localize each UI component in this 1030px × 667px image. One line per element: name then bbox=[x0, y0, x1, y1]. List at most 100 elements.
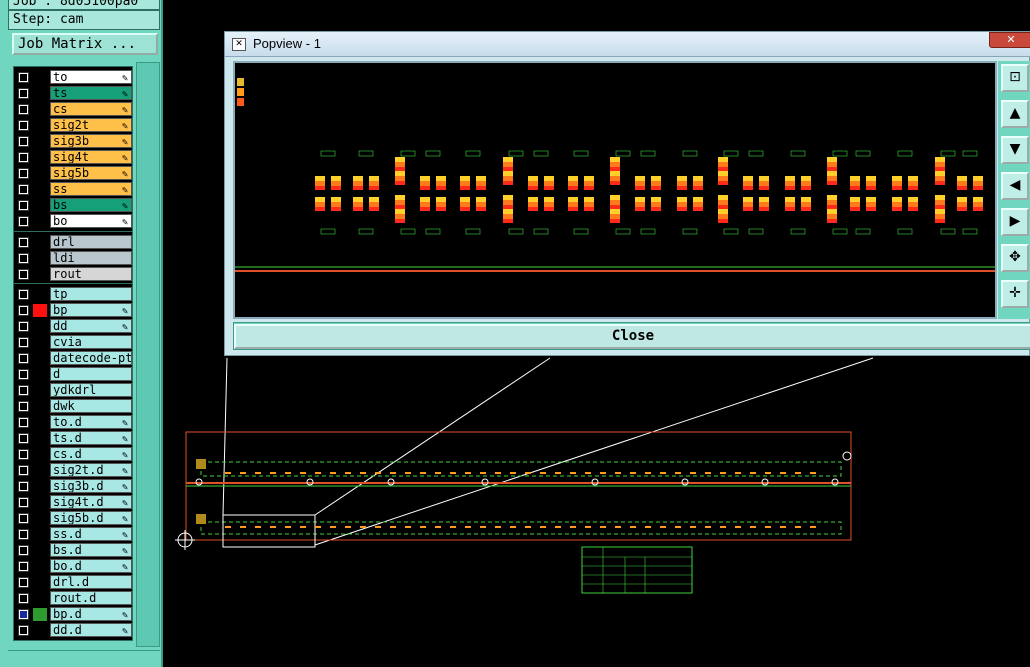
layer-name[interactable]: bo.d ✎ bbox=[50, 559, 132, 573]
layer-name[interactable]: ts.d ✎ bbox=[50, 431, 132, 445]
layer-checkbox[interactable] bbox=[18, 369, 29, 380]
layer-checkbox[interactable] bbox=[18, 353, 29, 364]
layer-name[interactable]: sig2t ✎ bbox=[50, 118, 132, 132]
layer-row-sig2t[interactable]: sig2t ✎ bbox=[14, 117, 132, 133]
layer-name[interactable]: bp.d ✎ bbox=[50, 607, 132, 621]
layer-name[interactable]: cs.d ✎ bbox=[50, 447, 132, 461]
layer-name[interactable]: bs ✎ bbox=[50, 198, 132, 212]
layer-row-drl.d[interactable]: drl.d bbox=[14, 574, 132, 590]
layer-row-dwk[interactable]: dwk bbox=[14, 398, 132, 414]
layer-checkbox[interactable] bbox=[18, 465, 29, 476]
layer-row-dd.d[interactable]: dd.d ✎ bbox=[14, 622, 132, 638]
layer-checkbox[interactable] bbox=[18, 200, 29, 211]
layer-checkbox[interactable] bbox=[18, 337, 29, 348]
layer-row-bp.d[interactable]: bp.d ✎ bbox=[14, 606, 132, 622]
layer-checkbox[interactable] bbox=[18, 120, 29, 131]
pan-down-icon[interactable]: ▼ bbox=[1001, 136, 1029, 164]
layer-name[interactable]: sig4t ✎ bbox=[50, 150, 132, 164]
layer-checkbox[interactable] bbox=[18, 609, 29, 620]
layer-name[interactable]: tp bbox=[50, 287, 132, 301]
layer-row-cvia[interactable]: cvia bbox=[14, 334, 132, 350]
layer-checkbox[interactable] bbox=[18, 305, 29, 316]
layer-row-drl[interactable]: drl bbox=[14, 234, 132, 250]
layer-row-bs[interactable]: bs ✎ bbox=[14, 197, 132, 213]
layer-row-ldi[interactable]: ldi bbox=[14, 250, 132, 266]
layer-name[interactable]: rout.d bbox=[50, 591, 132, 605]
layer-checkbox[interactable] bbox=[18, 321, 29, 332]
layer-checkbox[interactable] bbox=[18, 497, 29, 508]
layer-row-ss[interactable]: ss ✎ bbox=[14, 181, 132, 197]
layer-name[interactable]: ldi bbox=[50, 251, 132, 265]
layer-name[interactable]: drl.d bbox=[50, 575, 132, 589]
layer-row-dd[interactable]: dd ✎ bbox=[14, 318, 132, 334]
layer-name[interactable]: sig3b ✎ bbox=[50, 134, 132, 148]
layer-checkbox[interactable] bbox=[18, 88, 29, 99]
layer-name[interactable]: sig3b.d ✎ bbox=[50, 479, 132, 493]
layer-checkbox[interactable] bbox=[18, 385, 29, 396]
layer-row-d[interactable]: d bbox=[14, 366, 132, 382]
layer-checkbox[interactable] bbox=[18, 237, 29, 248]
layer-row-cs[interactable]: cs ✎ bbox=[14, 101, 132, 117]
layer-checkbox[interactable] bbox=[18, 401, 29, 412]
layer-list-scrollbar[interactable] bbox=[136, 62, 160, 647]
layer-name[interactable]: ss.d ✎ bbox=[50, 527, 132, 541]
layer-row-bs.d[interactable]: bs.d ✎ bbox=[14, 542, 132, 558]
layer-name[interactable]: bs.d ✎ bbox=[50, 543, 132, 557]
close-button[interactable]: Close bbox=[234, 324, 1030, 349]
layer-name[interactable]: sig5b.d ✎ bbox=[50, 511, 132, 525]
layer-checkbox[interactable] bbox=[18, 269, 29, 280]
layer-checkbox[interactable] bbox=[18, 545, 29, 556]
layer-name[interactable]: to.d ✎ bbox=[50, 415, 132, 429]
layer-name[interactable]: dd.d ✎ bbox=[50, 623, 132, 637]
layer-name[interactable]: cs ✎ bbox=[50, 102, 132, 116]
layer-row-sig4t.d[interactable]: sig4t.d ✎ bbox=[14, 494, 132, 510]
zoom-home-icon[interactable]: ⊡ bbox=[1001, 64, 1029, 92]
layer-checkbox[interactable] bbox=[18, 184, 29, 195]
zoom-in-icon[interactable]: ✥ bbox=[1001, 244, 1029, 272]
layer-row-sig5b[interactable]: sig5b ✎ bbox=[14, 165, 132, 181]
layer-name[interactable]: ts ✎ bbox=[50, 86, 132, 100]
layer-row-ts[interactable]: ts ✎ bbox=[14, 85, 132, 101]
layer-row-cs.d[interactable]: cs.d ✎ bbox=[14, 446, 132, 462]
layer-checkbox[interactable] bbox=[18, 253, 29, 264]
layer-name[interactable]: sig2t.d ✎ bbox=[50, 463, 132, 477]
layer-checkbox[interactable] bbox=[18, 481, 29, 492]
layer-name[interactable]: cvia bbox=[50, 335, 132, 349]
pan-up-icon[interactable]: ▲ bbox=[1001, 100, 1029, 128]
layer-checkbox[interactable] bbox=[18, 216, 29, 227]
layer-name[interactable]: drl bbox=[50, 235, 132, 249]
popview-titlebar[interactable]: ✕ Popview - 1 bbox=[225, 32, 1030, 57]
layer-row-datecode-pte[interactable]: datecode-pte bbox=[14, 350, 132, 366]
layer-name[interactable]: bo ✎ bbox=[50, 214, 132, 228]
layer-name[interactable]: datecode-pte bbox=[50, 351, 132, 365]
layer-name[interactable]: dd ✎ bbox=[50, 319, 132, 333]
layer-row-sig3b[interactable]: sig3b ✎ bbox=[14, 133, 132, 149]
layer-checkbox[interactable] bbox=[18, 561, 29, 572]
layer-row-sig4t[interactable]: sig4t ✎ bbox=[14, 149, 132, 165]
layer-checkbox[interactable] bbox=[18, 513, 29, 524]
popview-canvas[interactable] bbox=[233, 61, 997, 319]
zoom-out-icon[interactable]: ✛ bbox=[1001, 280, 1029, 308]
layer-name[interactable]: to ✎ bbox=[50, 70, 132, 84]
layer-checkbox[interactable] bbox=[18, 72, 29, 83]
pan-left-icon[interactable]: ◀ bbox=[1001, 172, 1029, 200]
layer-checkbox[interactable] bbox=[18, 104, 29, 115]
layer-name[interactable]: ss ✎ bbox=[50, 182, 132, 196]
layer-row-ss.d[interactable]: ss.d ✎ bbox=[14, 526, 132, 542]
pan-right-icon[interactable]: ▶ bbox=[1001, 208, 1029, 236]
layer-checkbox[interactable] bbox=[18, 449, 29, 460]
layer-row-ts.d[interactable]: ts.d ✎ bbox=[14, 430, 132, 446]
layer-row-to.d[interactable]: to.d ✎ bbox=[14, 414, 132, 430]
layer-checkbox[interactable] bbox=[18, 152, 29, 163]
layer-row-sig2t.d[interactable]: sig2t.d ✎ bbox=[14, 462, 132, 478]
layer-row-bo[interactable]: bo ✎ bbox=[14, 213, 132, 229]
layer-name[interactable]: d bbox=[50, 367, 132, 381]
job-matrix-button[interactable]: Job Matrix ... bbox=[12, 33, 158, 55]
layer-row-rout[interactable]: rout bbox=[14, 266, 132, 282]
layer-checkbox[interactable] bbox=[18, 593, 29, 604]
layer-name[interactable]: sig4t.d ✎ bbox=[50, 495, 132, 509]
popview-window[interactable]: ✕ Popview - 1 ✕ ⊡ ▲ ▼ ◀ ▶ ✥ ✛ Close bbox=[224, 31, 1030, 356]
layer-row-bp[interactable]: bp ✎ bbox=[14, 302, 132, 318]
layer-name[interactable]: dwk bbox=[50, 399, 132, 413]
layer-row-ydkdrl[interactable]: ydkdrl bbox=[14, 382, 132, 398]
